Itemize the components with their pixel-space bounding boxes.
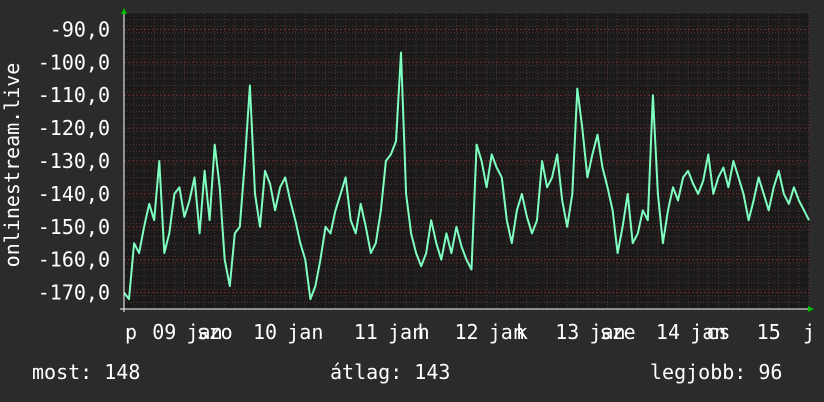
- x-tick-label: 12: [454, 320, 478, 344]
- x-axis-arrow-icon: [808, 306, 814, 312]
- x-tick-label: p: [125, 320, 137, 344]
- chart: -170,0 -160,0 -150,0 -140,0 -130,0 -120,0 -110…: [0, 8, 815, 344]
- x-tick-label: j: [803, 320, 815, 344]
- x-tick-label: jan: [287, 320, 323, 344]
- y-tick-label: -160,0: [38, 248, 110, 272]
- y-axis-label: onlinestream.live: [0, 63, 24, 268]
- footer-current: most: 148: [32, 360, 141, 384]
- x-tick-label: 15: [757, 320, 781, 344]
- x-tick-label: 13: [555, 320, 579, 344]
- x-tick-label: cs: [706, 320, 730, 344]
- footer-average: átlag: 143: [330, 360, 451, 384]
- y-tick-label: -170,0: [38, 281, 110, 305]
- x-tick-label: 10: [253, 320, 277, 344]
- x-tick-label: 09: [152, 320, 176, 344]
- y-tick-label: -110,0: [38, 83, 110, 107]
- footer-best: legjobb: 96: [650, 360, 783, 384]
- y-tick-label: -140,0: [38, 182, 110, 206]
- y-axis-arrow-icon: [121, 8, 127, 14]
- y-tick-label: -120,0: [38, 116, 110, 140]
- x-tick-label: k: [516, 320, 528, 344]
- x-tick-label: 11: [354, 320, 378, 344]
- y-tick-label: -130,0: [38, 149, 110, 173]
- y-tick-labels: -170,0 -160,0 -150,0 -140,0 -130,0 -120,0 -110…: [38, 17, 110, 304]
- x-tick-label: h: [418, 320, 430, 344]
- x-tick-labels: p 09 janszo 10 jan 11 janh 12 jank 13 jansze 14 janc…: [125, 320, 815, 344]
- x-tick-label: sze: [600, 320, 636, 344]
- y-tick-label: -90,0: [50, 17, 110, 41]
- x-tick-label: szo: [197, 320, 233, 344]
- y-tick-label: -100,0: [38, 50, 110, 74]
- x-tick-label: 14: [656, 320, 680, 344]
- y-tick-label: -150,0: [38, 215, 110, 239]
